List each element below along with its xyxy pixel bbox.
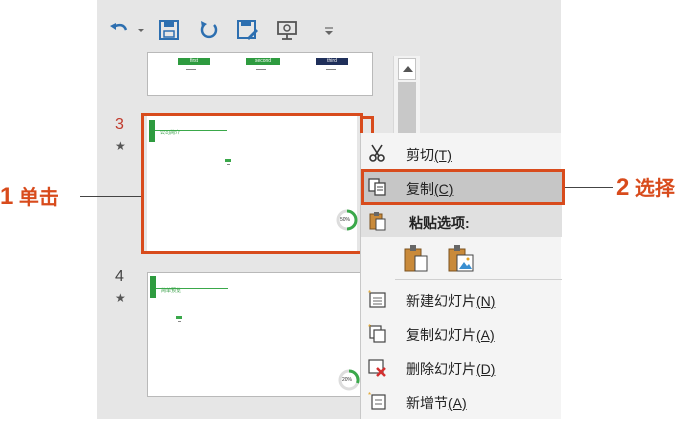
step2-label: 2 选择 — [616, 174, 675, 201]
slide-title-bar — [150, 276, 156, 298]
menu-item-delete-slide[interactable]: 删除幻灯片(D) — [361, 351, 562, 383]
menu-separator — [395, 279, 562, 280]
paste-options-header: 粘贴选项: — [361, 205, 562, 237]
menu-item-new-section[interactable]: * 新增节(A) — [361, 385, 562, 417]
present-icon[interactable] — [275, 18, 299, 42]
slide-number: 3 — [115, 116, 124, 133]
menu-item-cut[interactable]: 剪切(T) — [361, 137, 562, 169]
save-icon[interactable] — [157, 18, 181, 42]
save-as-icon[interactable] — [235, 18, 259, 42]
undo-dropdown-icon[interactable] — [129, 18, 144, 42]
slide-number: 4 — [115, 268, 124, 285]
progress-ring: 20% — [338, 369, 360, 391]
redo-icon[interactable] — [197, 18, 221, 42]
tab-first: first — [178, 58, 210, 65]
step1-pointer-line — [80, 196, 141, 197]
slide-2-thumbnail[interactable]: first second third — [147, 52, 373, 96]
divider — [186, 69, 196, 70]
step2-highlight — [361, 169, 565, 205]
new-slide-icon: * — [367, 289, 387, 309]
paste-keep-source-button[interactable] — [403, 243, 429, 273]
new-section-icon: * — [367, 391, 387, 411]
animation-star-icon: ★ — [115, 139, 126, 153]
delete-slide-icon — [367, 357, 387, 377]
paste-keep-formatting-icon — [404, 245, 428, 272]
scissors-icon — [367, 143, 387, 163]
slide-title-line — [156, 288, 228, 289]
menu-item-new-slide[interactable]: * 新建幻灯片(N) — [361, 283, 562, 315]
content-marker — [176, 316, 182, 319]
clipboard-icon — [367, 211, 387, 231]
scroll-up-button[interactable] — [398, 58, 416, 80]
customize-icon[interactable] — [317, 18, 333, 42]
content-marker — [178, 321, 181, 322]
svg-text:*: * — [368, 289, 371, 298]
menu-item-duplicate-slide[interactable]: * 复制幻灯片(A) — [361, 317, 562, 349]
divider — [326, 69, 336, 70]
paste-picture-icon — [448, 245, 474, 272]
step1-highlight — [141, 113, 363, 254]
tab-third: third — [316, 58, 348, 65]
svg-text:*: * — [368, 391, 371, 400]
paste-picture-button[interactable] — [447, 243, 475, 273]
slide-4-thumbnail[interactable]: 简单预览 20% — [147, 272, 361, 397]
step2-pointer-line — [565, 187, 613, 188]
duplicate-slide-icon: * — [367, 323, 387, 343]
undo-icon[interactable] — [107, 18, 131, 42]
tab-second: second — [246, 58, 280, 65]
animation-star-icon: ★ — [115, 291, 126, 305]
quick-access-toolbar — [97, 0, 561, 56]
step1-label: 1 单击 — [0, 183, 59, 210]
divider — [256, 69, 266, 70]
svg-text:*: * — [368, 323, 371, 332]
